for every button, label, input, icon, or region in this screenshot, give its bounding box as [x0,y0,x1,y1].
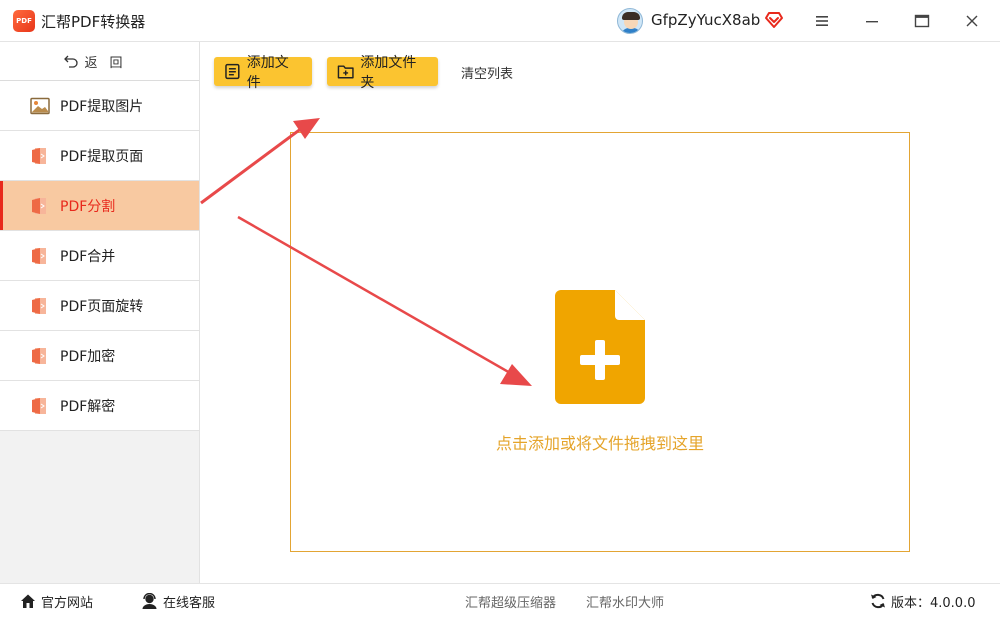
add-folder-icon [337,65,354,79]
pdf-doc-icon [32,147,46,164]
sidebar-item-extract-images[interactable]: PDF提取图片 [0,81,199,131]
back-arrow-icon [64,55,79,68]
add-folder-button[interactable]: 添加文件夹 [327,55,438,91]
sidebar-item-decrypt[interactable]: PDF解密 [0,381,199,431]
file-drop-zone[interactable]: 点击添加或将文件拖拽到这里 [290,132,910,552]
menu-icon[interactable] [812,11,832,31]
pdf-doc-icon [32,197,46,214]
pdf-doc-icon [32,297,46,314]
sidebar: 返回 PDF提取图片 PDF提取页面 PDF分割 PDF合并 PDF页面旋转 P… [0,42,200,583]
refresh-icon [871,593,885,609]
minimize-icon[interactable] [862,11,882,31]
avatar[interactable] [617,8,643,34]
official-site-label: 官方网站 [41,595,94,611]
watermark-link[interactable]: 汇帮水印大师 [586,584,664,617]
close-icon[interactable] [962,11,982,31]
username[interactable]: GfpZyYucX8ab [651,11,760,29]
sidebar-nav: PDF提取图片 PDF提取页面 PDF分割 PDF合并 PDF页面旋转 PDF加… [0,81,199,431]
sidebar-item-label: PDF合并 [60,248,116,265]
pdf-doc-icon [32,247,46,264]
sidebar-item-label: PDF页面旋转 [60,298,144,315]
app-logo: PDF [13,10,35,32]
sidebar-item-encrypt[interactable]: PDF加密 [0,331,199,381]
sidebar-item-split[interactable]: PDF分割 [0,181,199,231]
add-file-button[interactable]: 添加文件 [214,55,312,91]
compressor-link[interactable]: 汇帮超级压缩器 [465,584,556,617]
home-icon [21,594,35,608]
pdf-doc-icon [32,347,46,364]
clear-list-button[interactable]: 清空列表 [461,63,513,82]
add-file-label: 添加文件 [246,54,289,91]
online-service-label: 在线客服 [163,595,216,611]
add-folder-label: 添加文件夹 [360,54,417,91]
version-label: 版本：4.0.0.0 [891,595,976,611]
app-title: 汇帮PDF转换器 [41,13,146,31]
back-label: 返回 [84,55,135,71]
sidebar-item-label: PDF提取页面 [60,148,144,165]
compressor-label: 汇帮超级压缩器 [465,595,557,611]
customer-service-icon [142,593,157,609]
pdf-doc-icon [32,397,46,414]
sidebar-item-rotate[interactable]: PDF页面旋转 [0,281,199,331]
file-list-icon [225,63,240,80]
image-icon [30,97,50,114]
title-bar: PDF 汇帮PDF转换器 GfpZyYucX8ab [0,0,1000,42]
official-site-link[interactable]: 官方网站 [20,584,93,617]
sidebar-item-merge[interactable]: PDF合并 [0,231,199,281]
main-panel: 添加文件 添加文件夹 清空列表 点击添加或将文件拖拽到这里 [200,42,1000,583]
sidebar-item-label: PDF解密 [60,398,116,415]
footer: 官方网站 在线客服 汇帮超级压缩器 汇帮水印大师 版本：4.0.0.0 [0,583,1000,617]
drop-hint-text: 点击添加或将文件拖拽到这里 [495,434,704,453]
version-info[interactable]: 版本：4.0.0.0 [870,584,975,617]
add-file-icon[interactable] [555,290,645,404]
sidebar-item-extract-pages[interactable]: PDF提取页面 [0,131,199,181]
vip-diamond-icon[interactable] [764,11,784,29]
back-button[interactable]: 返回 [0,42,199,81]
online-service-link[interactable]: 在线客服 [141,584,215,617]
maximize-icon[interactable] [912,11,932,31]
sidebar-item-label: PDF分割 [60,198,116,215]
watermark-label: 汇帮水印大师 [586,595,665,611]
sidebar-item-label: PDF提取图片 [60,98,144,115]
sidebar-item-label: PDF加密 [60,348,116,365]
